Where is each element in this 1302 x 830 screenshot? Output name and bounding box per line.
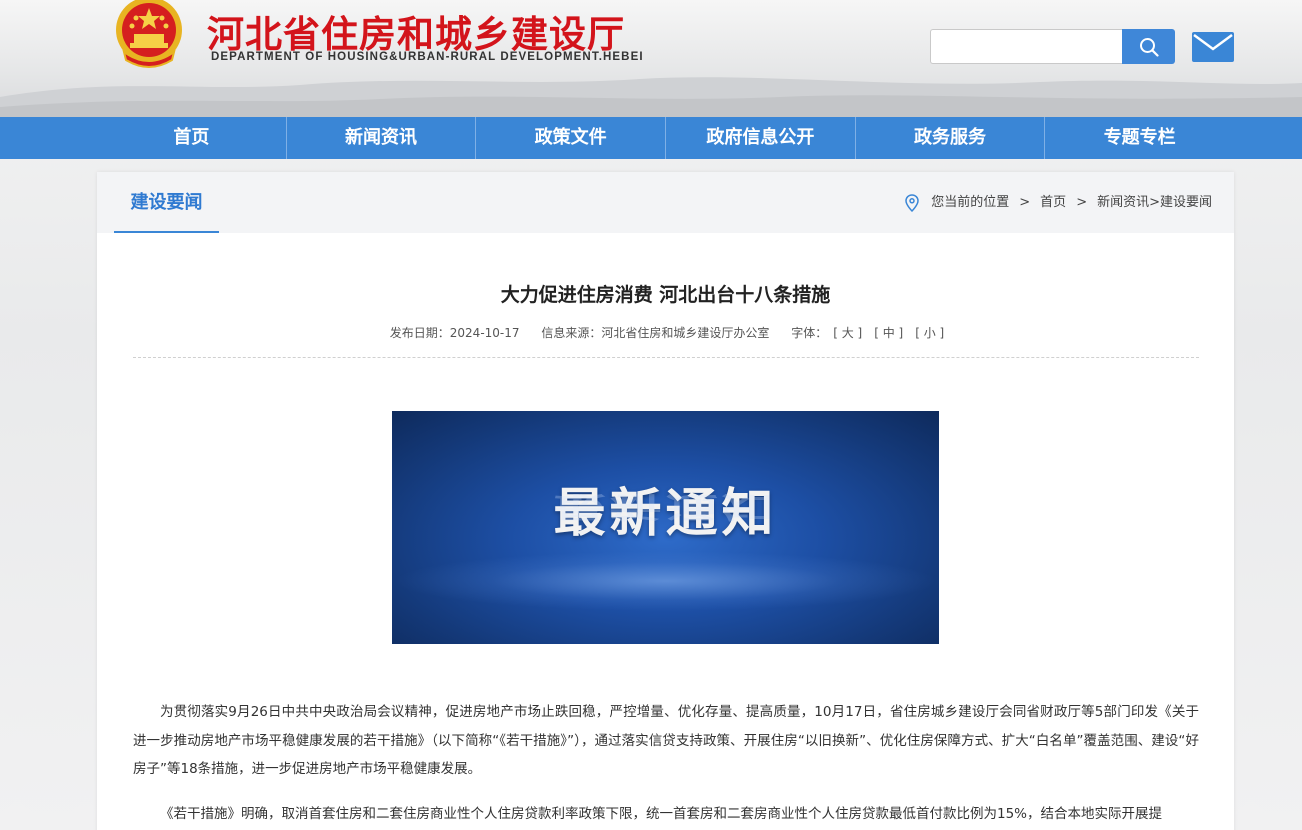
breadcrumb-prefix: 您当前的位置: [931, 195, 1010, 210]
section-title[interactable]: 建设要闻: [114, 172, 219, 233]
article-title: 大力促进住房消费 河北出台十八条措施: [500, 284, 831, 306]
article-paragraph: 为贯彻落实9月26日中共中央政治局会议精神，促进房地产市场止跌回稳，严控增量、优…: [133, 704, 1199, 777]
nav-item-news[interactable]: 新闻资讯: [287, 117, 477, 159]
site-header: 河北省住房和城乡建设厅 DEPARTMENT OF HOUSING&URBAN-…: [0, 0, 1302, 117]
mountain-background: [0, 77, 1302, 117]
font-size-label: 字体：: [791, 326, 828, 340]
breadcrumb-home-link[interactable]: 首页: [1040, 172, 1066, 233]
meta-divider: [133, 357, 1199, 358]
search-button[interactable]: [1122, 29, 1175, 64]
article-meta: 发布日期：2024-10-17 信息来源：河北省住房和城乡建设厅办公室 字体： […: [97, 324, 1234, 341]
font-size-large-button[interactable]: [ 大 ]: [833, 326, 862, 340]
breadcrumb-trail-link[interactable]: 新闻资讯>建设要闻: [1097, 172, 1212, 233]
location-pin-icon: [905, 193, 920, 212]
panel-header: 建设要闻 您当前的位置 > 首页 > 新闻资讯>建设要闻: [97, 172, 1234, 233]
breadcrumb: 您当前的位置 > 首页 > 新闻资讯>建设要闻: [905, 172, 1212, 233]
notice-banner-image: 最新通知 最新通知: [392, 411, 939, 644]
search-icon: [1139, 37, 1159, 57]
breadcrumb-separator: >: [1019, 195, 1031, 210]
publish-date: 发布日期：2024-10-17: [389, 326, 520, 340]
banner-text-reflection: 最新通知: [553, 489, 778, 523]
mail-icon[interactable]: [1192, 32, 1234, 62]
nav-item-policy[interactable]: 政策文件: [476, 117, 667, 159]
nav-item-services[interactable]: 政务服务: [856, 117, 1046, 159]
site-subtitle: DEPARTMENT OF HOUSING&URBAN-RURAL DEVELO…: [211, 51, 644, 63]
banner-glow: [392, 551, 939, 611]
info-source: 信息来源：河北省住房和城乡建设厅办公室: [541, 326, 770, 340]
nav-item-gov-info[interactable]: 政府信息公开: [666, 117, 856, 159]
nav-item-home[interactable]: 首页: [97, 117, 287, 159]
site-title[interactable]: 河北省住房和城乡建设厅: [207, 4, 625, 58]
article-paragraph: 《若干措施》明确，取消首套住房和二套住房商业性个人住房贷款利率政策下限，统一首套…: [160, 806, 1163, 822]
font-size-small-button[interactable]: [ 小 ]: [915, 326, 944, 340]
search-input[interactable]: [930, 29, 1123, 64]
font-size-medium-button[interactable]: [ 中 ]: [874, 326, 903, 340]
main-nav: 首页 新闻资讯 政策文件 政府信息公开 政务服务 专题专栏: [0, 117, 1302, 159]
national-emblem-icon: [116, 0, 182, 68]
breadcrumb-separator: >: [1076, 195, 1088, 210]
content-panel: 建设要闻 您当前的位置 > 首页 > 新闻资讯>建设要闻 大力促进住房消费 河北…: [97, 172, 1234, 830]
nav-item-topics[interactable]: 专题专栏: [1045, 117, 1234, 159]
